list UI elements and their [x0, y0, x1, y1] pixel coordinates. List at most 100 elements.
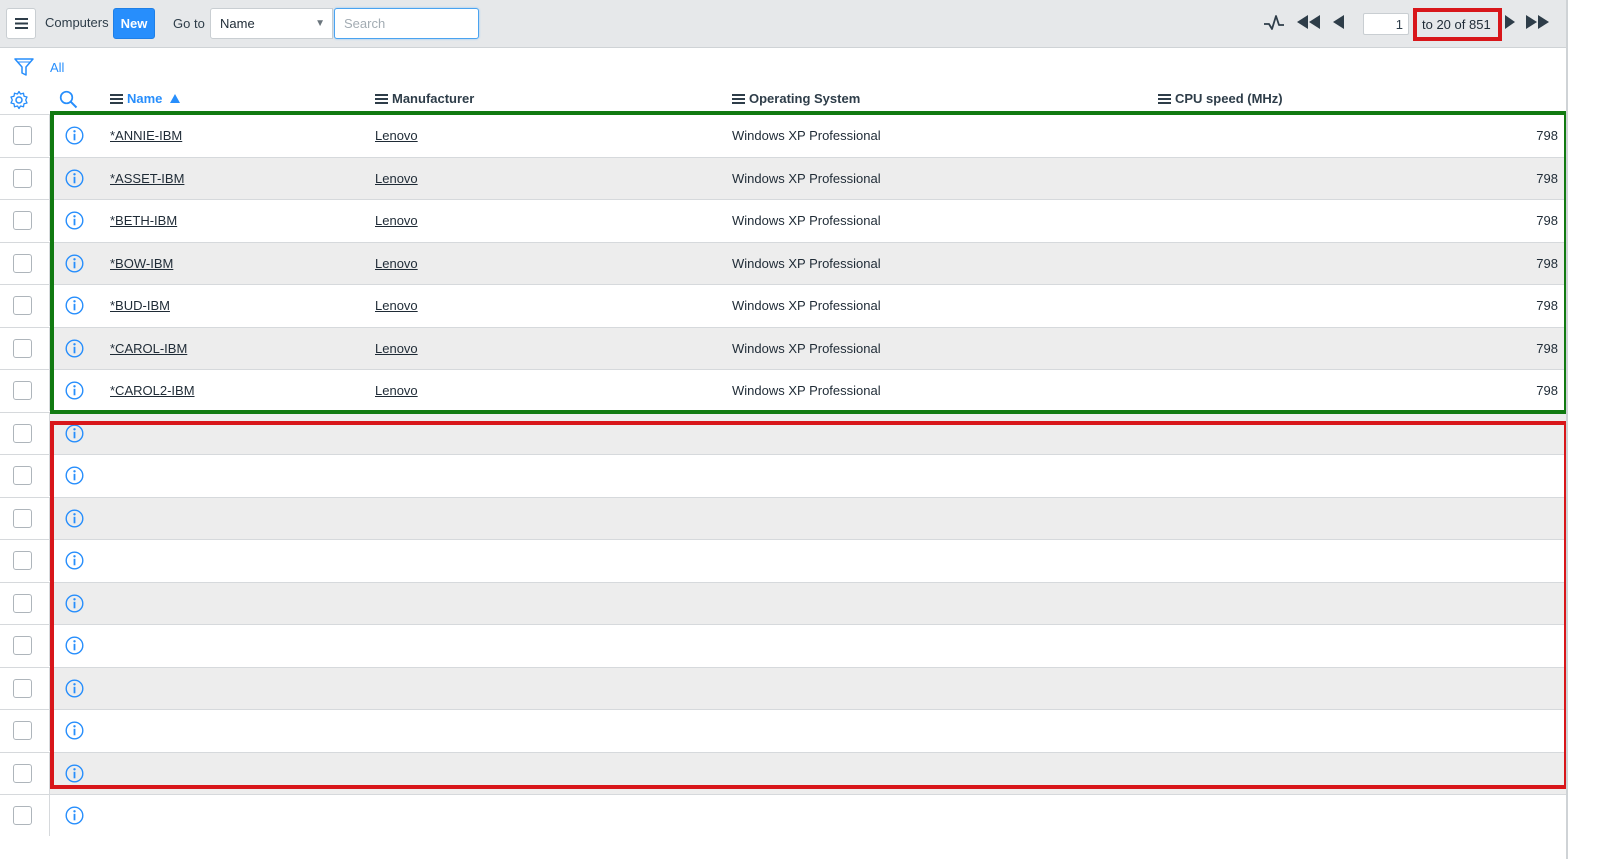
cell-manufacturer[interactable]: Lenovo [375, 256, 418, 271]
cell-name[interactable]: *CAROL-IBM [110, 341, 187, 356]
activity-pulse-icon[interactable] [1263, 12, 1285, 34]
row-checkbox[interactable] [13, 509, 32, 528]
row-select-cell [0, 710, 50, 751]
table-row[interactable] [0, 667, 1568, 709]
column-menu-icon[interactable] [1158, 93, 1171, 104]
info-icon[interactable] [65, 721, 84, 743]
row-checkbox[interactable] [13, 424, 32, 443]
next-page-icon[interactable] [1505, 15, 1515, 29]
table-row[interactable]: *CAROL-IBM Lenovo Windows XP Professional 7… [0, 327, 1568, 369]
table-row[interactable]: *ANNIE-IBM Lenovo Windows XP Professional 7… [0, 114, 1568, 156]
info-icon[interactable] [65, 381, 84, 403]
cell-os: Windows XP Professional [732, 256, 881, 271]
column-header-os[interactable]: Operating System [732, 91, 860, 106]
table-row[interactable] [0, 752, 1568, 794]
row-checkbox[interactable] [13, 764, 32, 783]
table-row[interactable] [0, 539, 1568, 581]
info-icon[interactable] [65, 339, 84, 361]
info-icon[interactable] [65, 594, 84, 616]
table-row[interactable]: *BOW-IBM Lenovo Windows XP Professional 798 [0, 242, 1568, 284]
table-row[interactable] [0, 582, 1568, 624]
list-title: Computers [45, 15, 109, 30]
last-page-icon[interactable] [1526, 15, 1550, 29]
cell-manufacturer[interactable]: Lenovo [375, 298, 418, 313]
column-header-name[interactable]: Name [110, 91, 181, 106]
cell-cpu: 798 [1536, 341, 1558, 356]
cell-name[interactable]: *BETH-IBM [110, 213, 177, 228]
goto-field-select[interactable]: Name ▼ [210, 8, 333, 39]
cell-manufacturer[interactable]: Lenovo [375, 128, 418, 143]
info-icon[interactable] [65, 126, 84, 148]
row-checkbox[interactable] [13, 211, 32, 230]
info-icon[interactable] [65, 636, 84, 658]
search-icon[interactable] [59, 90, 78, 109]
table-row[interactable]: *BUD-IBM Lenovo Windows XP Professional 798 [0, 284, 1568, 326]
row-checkbox[interactable] [13, 721, 32, 740]
column-menu-icon[interactable] [110, 93, 123, 104]
info-icon[interactable] [65, 169, 84, 191]
table-row[interactable] [0, 709, 1568, 751]
row-checkbox[interactable] [13, 466, 32, 485]
cell-manufacturer[interactable]: Lenovo [375, 341, 418, 356]
info-icon[interactable] [65, 679, 84, 701]
info-icon[interactable] [65, 466, 84, 488]
info-icon[interactable] [65, 211, 84, 233]
column-label-manufacturer: Manufacturer [392, 91, 475, 106]
row-select-cell [0, 583, 50, 624]
row-select-cell [0, 625, 50, 666]
table-row[interactable] [0, 454, 1568, 496]
gear-icon[interactable] [9, 90, 29, 110]
info-icon[interactable] [65, 551, 84, 573]
list-menu-button[interactable] [6, 8, 36, 39]
cell-name[interactable]: *BUD-IBM [110, 298, 170, 313]
cell-manufacturer[interactable]: Lenovo [375, 383, 418, 398]
row-checkbox[interactable] [13, 381, 32, 400]
row-checkbox[interactable] [13, 551, 32, 570]
row-checkbox[interactable] [13, 339, 32, 358]
table-row[interactable]: *ASSET-IBM Lenovo Windows XP Professional 7… [0, 157, 1568, 199]
row-checkbox[interactable] [13, 296, 32, 315]
table-row[interactable] [0, 794, 1568, 836]
first-page-icon[interactable] [1297, 15, 1321, 29]
column-menu-icon[interactable] [732, 93, 745, 104]
row-checkbox[interactable] [13, 594, 32, 613]
row-select-cell [0, 413, 50, 454]
cell-cpu: 798 [1536, 171, 1558, 186]
row-checkbox[interactable] [13, 679, 32, 698]
cell-cpu: 798 [1536, 256, 1558, 271]
cell-name[interactable]: *ASSET-IBM [110, 171, 184, 186]
previous-page-icon[interactable] [1333, 15, 1345, 29]
cell-name[interactable]: *ANNIE-IBM [110, 128, 182, 143]
filter-icon[interactable] [14, 57, 34, 77]
column-menu-icon[interactable] [375, 93, 388, 104]
new-button[interactable]: New [113, 8, 155, 39]
info-icon[interactable] [65, 254, 84, 276]
row-checkbox[interactable] [13, 636, 32, 655]
column-label-os: Operating System [749, 91, 861, 106]
info-icon[interactable] [65, 296, 84, 318]
table-row[interactable] [0, 497, 1568, 539]
column-header-manufacturer[interactable]: Manufacturer [375, 91, 474, 106]
cell-manufacturer[interactable]: Lenovo [375, 213, 418, 228]
row-checkbox[interactable] [13, 806, 32, 825]
row-checkbox[interactable] [13, 126, 32, 145]
info-icon[interactable] [65, 424, 84, 446]
column-label-name: Name [127, 91, 163, 106]
page-number-input[interactable] [1363, 13, 1409, 35]
table-row[interactable] [0, 624, 1568, 666]
breadcrumb-all[interactable]: All [50, 60, 64, 75]
cell-name[interactable]: *CAROL2-IBM [110, 383, 195, 398]
info-icon[interactable] [65, 509, 84, 531]
table-row[interactable]: *CAROL2-IBM Lenovo Windows XP Professional… [0, 369, 1568, 411]
row-checkbox[interactable] [13, 254, 32, 273]
cell-name[interactable]: *BOW-IBM [110, 256, 173, 271]
info-icon[interactable] [65, 806, 84, 828]
row-select-cell [0, 158, 50, 199]
search-input[interactable] [334, 8, 479, 39]
info-icon[interactable] [65, 764, 84, 786]
cell-manufacturer[interactable]: Lenovo [375, 171, 418, 186]
row-checkbox[interactable] [13, 169, 32, 188]
table-row[interactable] [0, 412, 1568, 454]
table-row[interactable]: *BETH-IBM Lenovo Windows XP Professional 79… [0, 199, 1568, 241]
column-header-cpu[interactable]: CPU speed (MHz) [1158, 91, 1283, 106]
